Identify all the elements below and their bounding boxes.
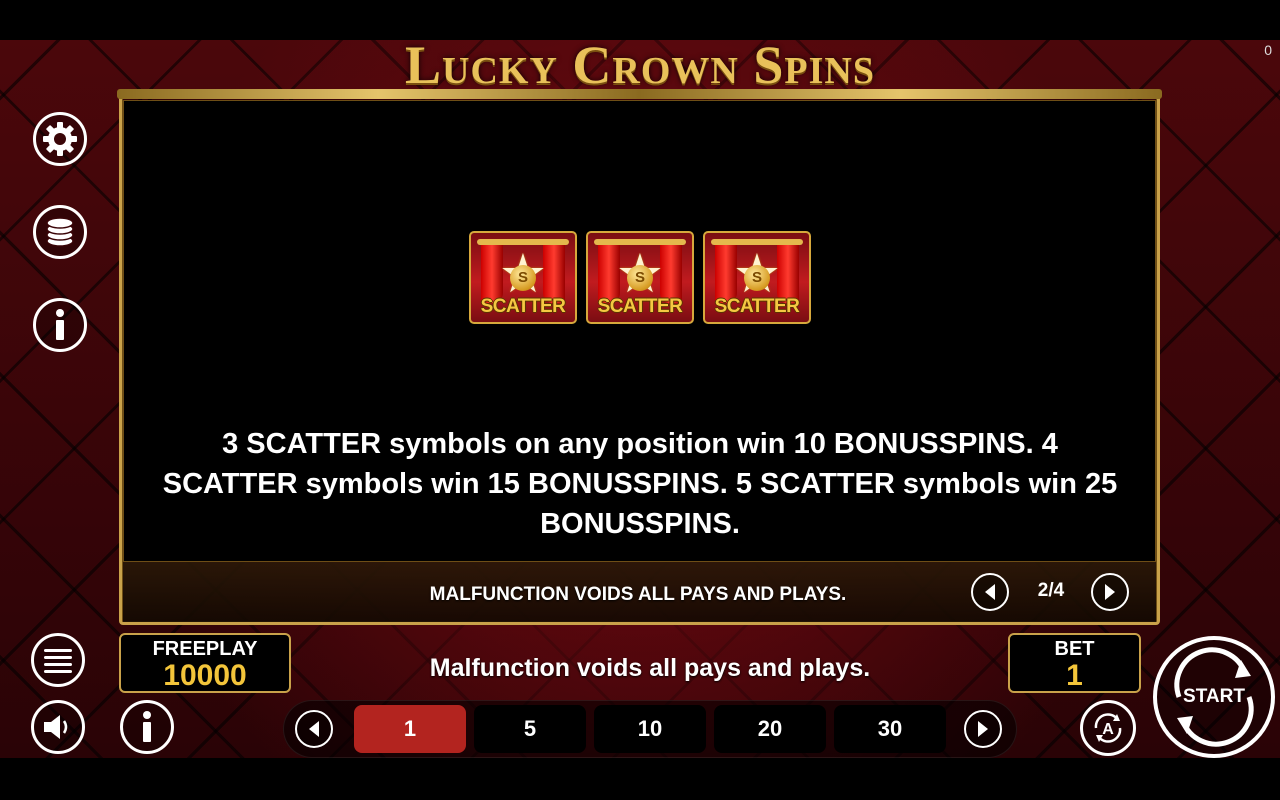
game-logo: Lucky Crown Spins (405, 35, 875, 95)
previous-page-button[interactable] (971, 573, 1009, 611)
speaker-icon (44, 715, 68, 739)
svg-text:A: A (1102, 721, 1114, 738)
paytable-info-button[interactable] (120, 700, 174, 754)
scatter-symbol-icon: ★ S SCATTER (469, 231, 577, 324)
gear-icon (43, 122, 77, 156)
freeplay-balance: FREEPLAY 10000 (119, 633, 291, 693)
freeplay-value: 10000 (163, 659, 247, 692)
chevron-left-icon (309, 721, 319, 737)
coin-mark: S (744, 265, 770, 291)
scatter-symbol-label: SCATTER (714, 296, 800, 317)
autoplay-button[interactable]: A (1080, 700, 1136, 756)
info-panel-trim (117, 89, 1162, 99)
scatter-symbol-icon: ★ S SCATTER (586, 231, 694, 324)
chevron-left-icon (985, 584, 995, 600)
bet-option[interactable]: 30 (834, 705, 946, 753)
sound-button[interactable] (31, 700, 85, 754)
bet-label: BET (1054, 638, 1095, 660)
bet-decrease-button[interactable] (295, 710, 333, 748)
bet-option[interactable]: 10 (594, 705, 706, 753)
start-label: START (1183, 686, 1245, 707)
coin-mark: S (510, 265, 536, 291)
bet-display: BET 1 (1008, 633, 1141, 693)
bottom-black-bar (0, 758, 1280, 800)
scatter-rule-text: 3 SCATTER symbols on any position win 10… (162, 428, 1118, 540)
settings-button[interactable] (33, 112, 87, 166)
info-icon (56, 309, 64, 340)
next-page-button[interactable] (1091, 573, 1129, 611)
chevron-right-icon (978, 721, 988, 737)
coins-button[interactable] (33, 205, 87, 259)
bet-option[interactable]: 5 (474, 705, 586, 753)
hamburger-menu-icon (44, 649, 72, 673)
bet-option[interactable]: 1 (354, 705, 466, 753)
info-button[interactable] (33, 298, 87, 352)
chevron-right-icon (1105, 584, 1115, 600)
start-button[interactable]: START (1153, 636, 1275, 758)
scatter-symbol-icon: ★ S SCATTER (703, 231, 811, 324)
coin-stack-icon (46, 217, 74, 247)
autoplay-icon: A (1094, 713, 1122, 743)
info-icon (143, 711, 151, 742)
status-message: Malfunction voids all pays and plays. (429, 654, 871, 682)
coin-mark: S (627, 265, 653, 291)
info-footer-notice: MALFUNCTION VOIDS ALL PAYS AND PLAYS. (429, 584, 847, 605)
scatter-symbol-row: ★ S SCATTER ★ S SCATTER ★ S SCATTER (469, 231, 811, 324)
bet-increase-button[interactable] (964, 710, 1002, 748)
bet-value: 1 (1066, 659, 1083, 692)
scatter-symbol-label: SCATTER (597, 296, 683, 317)
page-indicator: 2/4 (1037, 580, 1065, 601)
freeplay-label: FREEPLAY (152, 638, 258, 660)
bet-option[interactable]: 20 (714, 705, 826, 753)
scatter-symbol-label: SCATTER (480, 296, 566, 317)
menu-button[interactable] (31, 633, 85, 687)
